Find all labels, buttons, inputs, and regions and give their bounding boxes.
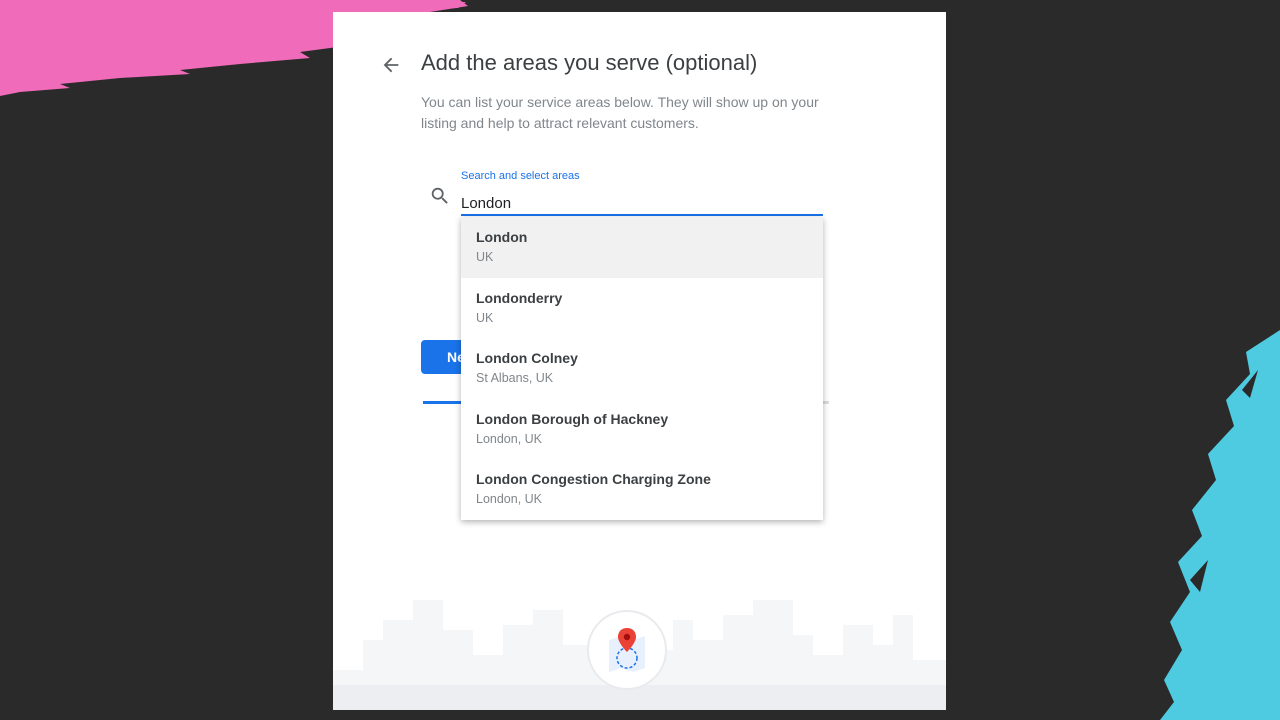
progress-bar-fill [423, 401, 464, 404]
suggestion-name: London Colney [476, 350, 578, 367]
suggestion-item[interactable]: London Borough of Hackney London, UK [461, 399, 823, 460]
suggestion-location: London, UK [476, 431, 543, 446]
service-area-card: Add the areas you serve (optional) You c… [333, 12, 946, 710]
suggestions-dropdown: London UK Londonderry UK London Colney St Alb… [461, 217, 823, 520]
search-field-label: Search and select areas [461, 170, 580, 182]
cyan-paint-stroke [1160, 330, 1280, 720]
suggestion-item[interactable]: London Congestion Charging Zone London, U… [461, 459, 823, 520]
page-title: Add the areas you serve (optional) [421, 50, 758, 75]
suggestion-item[interactable]: London Colney St Albans, UK [461, 338, 823, 399]
arrow-left-icon[interactable] [380, 54, 402, 76]
search-input-underline [461, 214, 823, 216]
suggestion-location: UK [476, 250, 494, 264]
suggestion-location: London, UK [476, 492, 543, 507]
suggestion-location: UK [476, 310, 494, 325]
suggestion-name: London [476, 229, 528, 245]
map-pin-icon [587, 610, 667, 690]
suggestion-item[interactable]: London UK [461, 217, 823, 278]
page-subtitle: You can list your service areas below. T… [421, 94, 819, 131]
suggestion-item[interactable]: Londonderry UK [461, 278, 823, 339]
search-icon [431, 187, 448, 204]
suggestion-location: St Albans, UK [476, 371, 554, 386]
suggestion-name: London Borough of Hackney [476, 410, 669, 427]
suggestion-name: Londonderry [476, 289, 563, 306]
suggestion-name: London Congestion Charging Zone [476, 471, 711, 488]
search-input[interactable] [461, 192, 823, 214]
